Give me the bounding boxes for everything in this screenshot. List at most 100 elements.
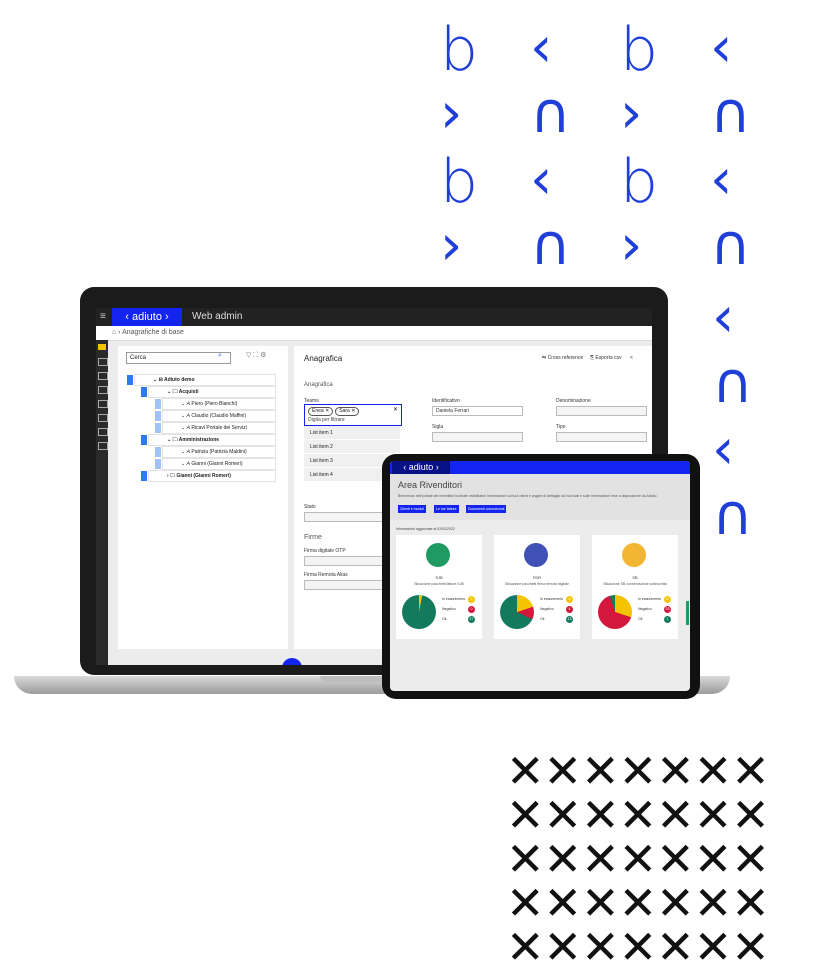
page-title: Anagrafica (304, 354, 343, 363)
settings-icon[interactable] (98, 414, 108, 422)
folder-icon[interactable] (98, 372, 108, 380)
pattern-glyph: ‹ (710, 147, 733, 212)
fatture-button[interactable]: Le tue fatture (434, 505, 459, 513)
team-chip[interactable]: Enea ✕ (308, 407, 334, 416)
card-caption: Situazione pacchetti fatture SJB (414, 582, 464, 586)
card-code: SJB (435, 575, 443, 580)
pattern-glyph: ‹ (712, 285, 735, 350)
tree-tools-icons[interactable]: ▽ ⛶ ⚙ (246, 351, 266, 360)
count-badge: 27 (468, 616, 475, 623)
tree-row-label: ⌄ 𝘈 Piero (Piero Bianchi) (181, 401, 238, 407)
tree-row[interactable]: ⌄ 𝘈 Claudio (Claudio Maffini) (155, 410, 276, 422)
denominazione-field[interactable] (556, 406, 647, 416)
tree-marker (155, 411, 161, 421)
card-icon (524, 543, 548, 567)
legend-label: Negativo (638, 607, 652, 611)
list-icon[interactable] (98, 400, 108, 408)
scroll-indicator[interactable] (686, 601, 689, 625)
summary-card[interactable]: SJB Situazione pacchetti fatture SJB In es… (396, 535, 482, 639)
list-item[interactable]: List item 1 (304, 426, 400, 440)
count-badge: 3 (468, 596, 475, 603)
filter-placeholder[interactable]: Digita per filtrare (308, 417, 345, 423)
tree-marker (141, 471, 147, 481)
pie-chart (500, 595, 534, 629)
summary-card[interactable]: SB Situazione SB conservazione sottoscrit… (592, 535, 678, 639)
tree-marker (155, 423, 161, 433)
share-icon[interactable]: < (630, 355, 633, 361)
export-csv-button[interactable]: ⎘ Esporta csv (590, 355, 622, 361)
tree-row[interactable]: ⌄ 𝘈 Ricavi Portale dei Servizi (155, 422, 276, 434)
firma-otp-field[interactable] (304, 556, 389, 566)
firma-remota-field[interactable] (304, 580, 389, 590)
document-icon[interactable] (98, 442, 108, 450)
tipo-label: Tipo (556, 424, 566, 430)
legend-label: Ok (540, 617, 545, 621)
pattern-glyph: ∩ (712, 351, 753, 416)
summary-card[interactable]: FDR Situazione pacchetti firma remota dig… (494, 535, 580, 639)
tree-row[interactable]: ⌄ 𝘈 Gianni (Gianni Romeri) (155, 458, 276, 470)
count-badge: 0 (468, 606, 475, 613)
register-icon[interactable] (98, 358, 108, 366)
add-button[interactable]: + (282, 658, 302, 665)
tree-marker (155, 447, 161, 457)
pattern-glyph: ∩ (710, 81, 751, 146)
documenti-commerciali-button[interactable]: Documenti commerciali (466, 505, 507, 513)
pattern-glyph: › (440, 213, 463, 278)
tablet-logo[interactable]: ‹ adiuto › (392, 461, 450, 474)
count-badge: 13 (566, 616, 573, 623)
pattern-glyph: b (620, 147, 659, 217)
identificativo-label: Identificativo (432, 398, 460, 404)
card-caption: Situazione SB conservazione sottoscritta (603, 582, 667, 586)
tipo-field[interactable] (556, 432, 647, 442)
stato-field[interactable] (304, 512, 389, 522)
pie-chart (402, 595, 436, 629)
pie-chart (598, 595, 632, 629)
tree-row[interactable]: ⌄ 𝘈 Piero (Piero Bianchi) (155, 398, 276, 410)
clienti-moduli-button[interactable]: Clienti e moduli (398, 505, 426, 513)
calendar-icon[interactable] (98, 386, 108, 394)
tree-row[interactable]: ⌄ 🗀 Amministrazione (141, 434, 276, 446)
tablet-header: ‹ adiuto › (390, 461, 690, 474)
pattern-glyph: ‹ (712, 417, 735, 482)
home-icon[interactable] (98, 344, 106, 350)
pattern-glyph: ‹ (530, 15, 553, 80)
pattern-glyph: › (620, 213, 643, 278)
tree-row[interactable]: ⌄ 🗀 Acquisti (141, 386, 276, 398)
tree-row[interactable]: › 🗀 Gianni (Gianni Romeri) (141, 470, 276, 482)
tree-marker (155, 459, 161, 469)
breadcrumb-text[interactable]: ⌂ › Anagrafiche di base (96, 329, 184, 336)
updated-text: Informazioni aggiornate al 02/03/2022 (396, 527, 455, 531)
identificativo-field[interactable]: Daniela Ferrari (432, 406, 523, 416)
search-input[interactable]: Cerca (126, 352, 231, 364)
firma-otp-label: Firma digitale OTP (304, 548, 346, 554)
clear-icon[interactable]: ✕ (393, 406, 398, 413)
cross-reference-button[interactable]: ⇆ Cross reference (542, 355, 583, 361)
tree-row[interactable]: ⌄ ⊟ Adiuto demo (127, 374, 276, 386)
team-chip[interactable]: Sara ✕ (335, 407, 360, 416)
list-item[interactable]: List item 2 (304, 440, 400, 454)
card-code: SB (632, 575, 638, 580)
firma-remota-label: Firma Remota Alias (304, 572, 348, 578)
warning-icon[interactable] (98, 428, 108, 436)
tree-marker (155, 399, 161, 409)
tree-row-label: ⌄ 🗀 Amministrazione (167, 437, 220, 443)
card-icon (426, 543, 450, 567)
tree-row[interactable]: ⌄ 𝘈 Patrizia (Patrizia Maldini) (155, 446, 276, 458)
legend-label: Ok (442, 617, 447, 621)
pattern-glyph: ‹ (710, 15, 733, 80)
legend-label: In esaurimento (638, 597, 662, 601)
app-logo[interactable]: ‹ adiuto › (112, 308, 182, 326)
teams-multiselect[interactable]: Enea ✕ Sara ✕ ✕ Digita per filtrare (304, 404, 402, 426)
tree-marker (141, 435, 147, 445)
pattern-glyph: ∩ (710, 213, 751, 278)
count-badge: 4 (566, 606, 573, 613)
menu-icon[interactable]: ≡ (100, 311, 106, 322)
x-pattern-row: ✕✕✕✕✕✕✕ (506, 920, 770, 974)
sigla-field[interactable] (432, 432, 523, 442)
area-banner: Area Rivenditori Benvenuto nell'portale … (390, 474, 690, 520)
search-icon[interactable]: ⌕ (218, 352, 222, 360)
pattern-glyph: b (440, 147, 479, 217)
left-nav-rail (96, 340, 108, 665)
tree-row-label: ⌄ 𝘈 Gianni (Gianni Romeri) (181, 461, 243, 467)
tree-marker (141, 387, 147, 397)
